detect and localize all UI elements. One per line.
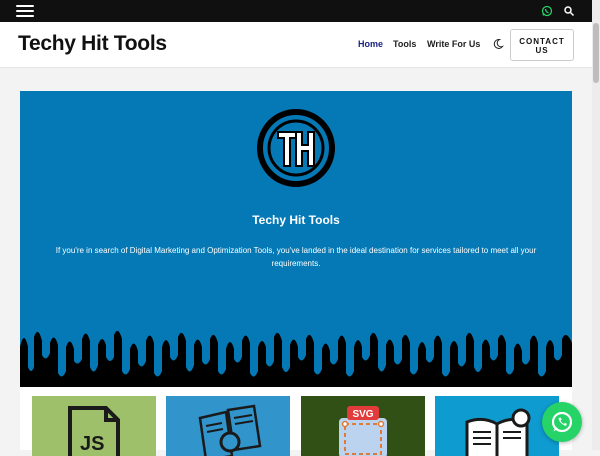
site-logo[interactable]: Techy Hit Tools (18, 32, 167, 56)
svg-icon: SVG (339, 406, 387, 456)
svg-text:JS: JS (80, 433, 104, 455)
nav-home[interactable]: Home (358, 39, 383, 49)
contact-us-button[interactable]: CONTACT US (510, 29, 574, 61)
svg-badge-text: SVG (352, 409, 373, 420)
contact-label-line1: CONTACT (519, 37, 565, 46)
site-header: Techy Hit Tools Home Tools Write For Us … (0, 22, 592, 68)
whatsapp-icon (551, 411, 573, 433)
hero-description: If you're in search of Digital Marketing… (55, 246, 537, 268)
whatsapp-floating-button[interactable] (542, 402, 582, 442)
moon-icon[interactable] (492, 38, 504, 50)
search-icon[interactable] (563, 5, 575, 17)
tool-card-book[interactable] (435, 396, 559, 456)
menu-icon[interactable] (16, 5, 34, 17)
whatsapp-icon[interactable] (541, 5, 553, 17)
th-logo-icon (257, 109, 335, 187)
documents-icon (198, 404, 262, 456)
js-file-icon: JS (68, 406, 120, 456)
tool-card-svg[interactable]: SVG (301, 396, 425, 456)
top-bar (0, 0, 592, 22)
scrollbar-thumb[interactable] (593, 23, 599, 83)
tools-cards-row: JS SVG (20, 387, 572, 456)
paint-drips-decoration (20, 330, 572, 387)
contact-label-line2: US (535, 46, 549, 55)
nav-write-for-us[interactable]: Write For Us (427, 39, 480, 49)
hero-section: Techy Hit Tools If you're in search of D… (20, 91, 572, 387)
nav-tools[interactable]: Tools (393, 39, 416, 49)
hero-title: Techy Hit Tools (252, 213, 340, 227)
tool-card-documents[interactable] (166, 396, 290, 456)
book-icon (465, 408, 531, 456)
scrollbar[interactable] (592, 0, 600, 450)
tool-card-js[interactable]: JS (32, 396, 156, 456)
